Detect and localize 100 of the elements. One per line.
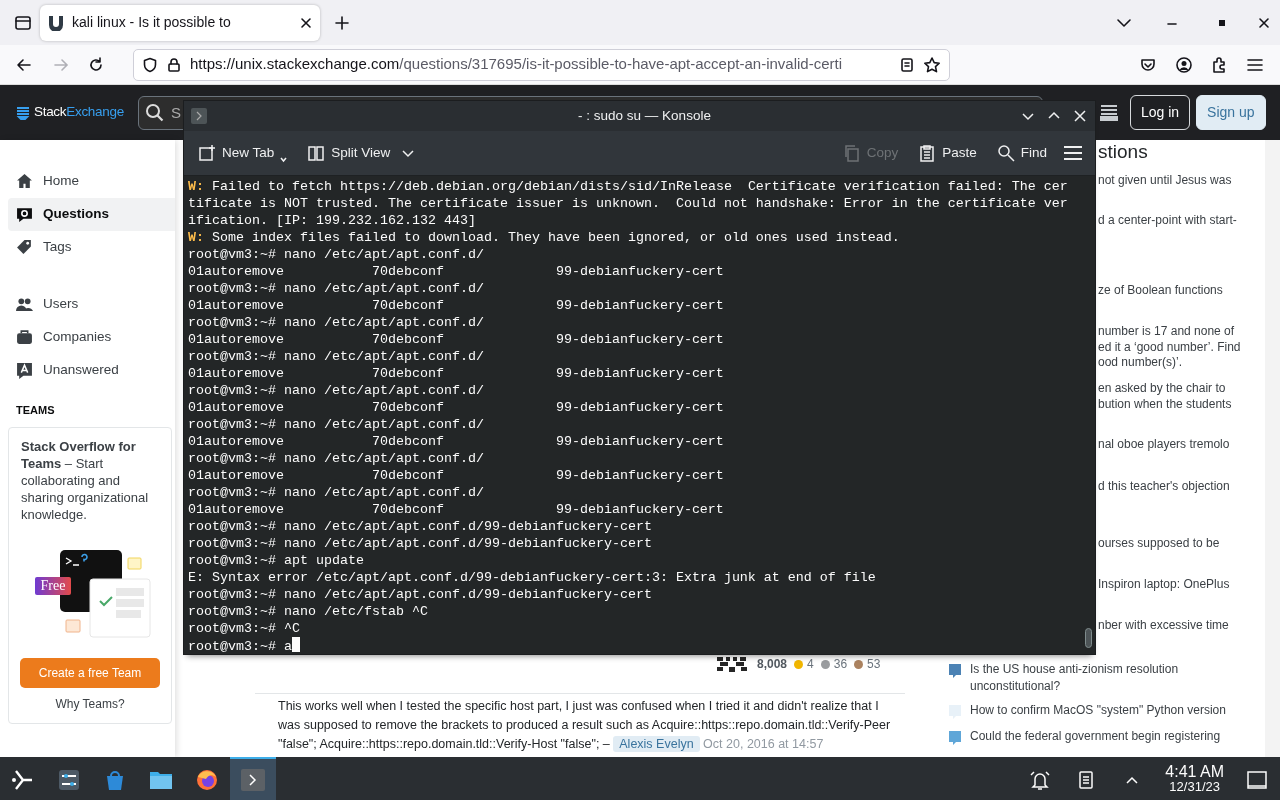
- lock-icon[interactable]: [166, 56, 182, 73]
- extensions-icon[interactable]: [1210, 55, 1228, 74]
- sidebar-nav-item[interactable]: Home: [8, 165, 175, 198]
- terminal-text: 99-debianfuckery-cert: [555, 365, 725, 382]
- question-link[interactable]: number is 17 and none of: [1098, 324, 1235, 340]
- inbox-icon[interactable]: [1098, 102, 1119, 123]
- sign-up-button[interactable]: Sign up: [1196, 95, 1266, 130]
- terminal-text: 01autoremove: [188, 365, 285, 382]
- split-view-button[interactable]: Split View: [299, 138, 423, 168]
- new-tab-button[interactable]: New Tab: [190, 138, 296, 168]
- terminal-text: 99-debianfuckery-cert: [555, 501, 725, 518]
- browser-tab[interactable]: kali linux - Is it possible to: [40, 4, 320, 41]
- terminal-text: 70debconf: [371, 501, 445, 518]
- clock[interactable]: 4:41 AM 12/31/23: [1155, 757, 1234, 800]
- terminal-line: root@vm3:~# nano /etc/apt/apt.conf.d/: [188, 280, 485, 297]
- terminal-text: 01autoremove: [188, 297, 285, 314]
- paste-button[interactable]: Paste: [910, 138, 985, 168]
- terminal-text: 70debconf: [371, 365, 445, 382]
- scrollbar-thumb[interactable]: [1085, 628, 1092, 648]
- sidebar-nav-item[interactable]: Users: [8, 288, 175, 321]
- site-logo[interactable]: StackExchange: [16, 102, 124, 123]
- comment-text: This works well when I tested the specific host part, I just was confused when I tried it and didn't realize that I was supposed to remove the brackets to produced a result such as Acquire::https::repo.domain.tld::Verify-Peer "false"; Acquire::https::repo.domain.tld::Verify-Host "false"; – Alexis Evelyn Oct 20, 2016 at 14:57: [278, 698, 892, 754]
- question-link[interactable]: Inspiron laptop: OnePlus: [1098, 577, 1230, 593]
- terminal-line: root@vm3:~# nano /etc/apt/apt.conf.d/: [188, 450, 485, 467]
- bookmark-star-icon[interactable]: [923, 55, 941, 74]
- terminal-line: root@vm3:~# nano /etc/apt/apt.conf.d/: [188, 416, 485, 433]
- terminal-text: 99-debianfuckery-cert: [555, 297, 725, 314]
- terminal-line: W: Some index files failed to download. They have been ignored, or old ones used instead.: [188, 229, 901, 246]
- terminal-text: 99-debianfuckery-cert: [555, 467, 725, 484]
- terminal-line: root@vm3:~# nano /etc/apt/apt.conf.d/: [188, 314, 485, 331]
- sidebar-nav-item[interactable]: Unanswered: [8, 354, 175, 387]
- section-heading: TEAMS: [16, 403, 56, 418]
- reload-icon[interactable]: [87, 55, 105, 74]
- question-link[interactable]: not given until Jesus was: [1098, 173, 1232, 189]
- user-avatar-icon: [715, 655, 749, 673]
- question-link[interactable]: How to confirm MacOS "system" Python version: [970, 702, 1226, 719]
- search-icon: [996, 144, 1015, 162]
- briefcase-icon: [16, 329, 33, 346]
- terminal-app-icon: [190, 107, 208, 125]
- terminal-text: 99-debianfuckery-cert: [555, 399, 725, 416]
- terminal-icon[interactable]: [230, 757, 276, 800]
- question-link[interactable]: Is the US house anti-zionism resolution unconstitutional?: [970, 661, 1258, 694]
- question-link[interactable]: ourses supposed to be: [1098, 536, 1220, 552]
- question-link[interactable]: bution when the students: [1098, 396, 1232, 412]
- terminal-line: root@vm3:~# nano /etc/apt/apt.conf.d/99-debianfuckery-cert: [188, 586, 653, 603]
- new-tab-icon[interactable]: [334, 14, 350, 31]
- sidebar-nav-item[interactable]: Companies: [8, 321, 175, 354]
- site-favicon-icon: [48, 14, 64, 31]
- question-link[interactable]: en asked by the chair to: [1098, 381, 1226, 397]
- question-link[interactable]: d a center-point with start-: [1098, 213, 1237, 229]
- speech-bubble-icon: [16, 362, 33, 379]
- terminal-text: 70debconf: [371, 467, 445, 484]
- search-icon: [144, 102, 165, 123]
- text-cursor: [292, 637, 300, 652]
- log-in-button[interactable]: Log in: [1129, 95, 1191, 130]
- terminal-text: 01autoremove: [188, 399, 285, 416]
- terminal-text: 01autoremove: [188, 467, 285, 484]
- question-link[interactable]: Could the federal government begin registering: [970, 728, 1221, 745]
- find-button[interactable]: Find: [988, 138, 1055, 168]
- close-icon[interactable]: [300, 16, 312, 29]
- shield-icon[interactable]: [142, 56, 158, 73]
- question-link[interactable]: d this teacher's objection: [1098, 479, 1230, 495]
- sidebar-nav-item[interactable]: Tags: [8, 231, 175, 264]
- terminal-line: root@vm3:~# nano /etc/apt/apt.conf.d/: [188, 484, 485, 501]
- terminal-text: 99-debianfuckery-cert: [555, 263, 725, 280]
- terminal-text: 01autoremove: [188, 331, 285, 348]
- reputation-score: 8,008: [757, 656, 788, 672]
- badge-count: 4: [807, 656, 814, 672]
- terminal-line: root@vm3:~# ^C: [188, 620, 301, 637]
- tab-list-icon[interactable]: [14, 13, 32, 32]
- question-link[interactable]: ze of Boolean functions: [1098, 283, 1223, 299]
- menu-icon[interactable]: [1063, 144, 1083, 162]
- clipboard-icon: [918, 144, 937, 162]
- account-icon[interactable]: [1175, 55, 1193, 74]
- tag-icon: [16, 239, 33, 256]
- users-icon: [16, 296, 33, 313]
- window-title: - : sudo su — Konsole: [577, 106, 711, 125]
- terminal-text: 70debconf: [371, 331, 445, 348]
- terminal-line: root@vm3:~# nano /etc/apt/apt.conf.d/: [188, 382, 485, 399]
- teams-promo-text: Stack Overflow for Teams – Start collaborating and sharing organizational knowledge.: [21, 437, 150, 523]
- terminal-text: 70debconf: [371, 433, 445, 450]
- question-link[interactable]: ed it a ‘good number’. Find: [1098, 339, 1241, 355]
- badge-count: 36: [833, 656, 848, 672]
- comment-author-link[interactable]: Alexis Evelyn: [613, 736, 700, 752]
- terminal-line: root@vm3:~# nano /etc/apt/apt.conf.d/: [188, 348, 485, 365]
- chevron-down-icon: [402, 147, 415, 159]
- question-link[interactable]: nal oboe players tremolo: [1098, 437, 1230, 453]
- close-icon[interactable]: [1258, 16, 1270, 29]
- terminal-line: root@vm3:~# apt update: [188, 552, 365, 569]
- badge-count: 53: [867, 656, 881, 672]
- terminal-text: 99-debianfuckery-cert: [555, 331, 725, 348]
- copy-icon: [842, 144, 861, 162]
- question-link[interactable]: ood number(s)’.: [1098, 355, 1183, 371]
- question-link[interactable]: nber with excessive time: [1098, 618, 1229, 634]
- why-teams-link[interactable]: Why Teams?: [55, 695, 125, 713]
- terminal-line: root@vm3:~# nano /etc/apt/apt.conf.d/: [188, 246, 485, 263]
- terminal-line: E: Syntax error /etc/apt/apt.conf.d/99-debianfuckery-cert:3: Extra junk at end of file: [188, 569, 877, 586]
- split-view-icon: [307, 144, 326, 162]
- sidebar-nav-item[interactable]: Questions: [8, 198, 175, 231]
- reader-view-icon[interactable]: [899, 56, 915, 73]
